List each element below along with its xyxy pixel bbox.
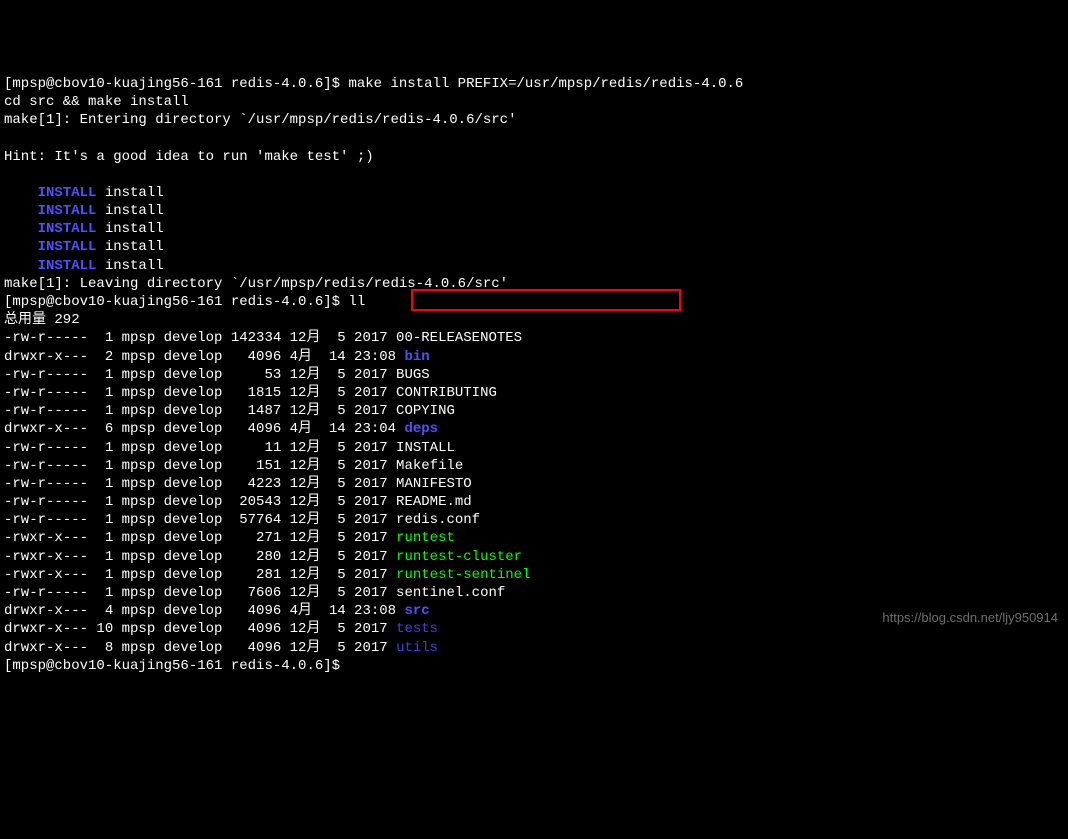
terminal-text-segment: -rwxr-x--- 1 mpsp develop 281 12月 5 2017	[4, 567, 396, 583]
terminal-text-segment: runtest-sentinel	[396, 567, 530, 583]
terminal-line: -rw-r----- 1 mpsp develop 20543 12月 5 20…	[4, 493, 1068, 511]
terminal-text-segment: [mpsp@cbov10-kuajing56-161 redis-4.0.6]$	[4, 658, 340, 674]
terminal-text-segment: drwxr-x--- 4 mpsp develop 4096 4月 14 23:…	[4, 603, 404, 619]
terminal-text-segment: deps	[404, 421, 438, 437]
terminal-text-segment: -rwxr-x--- 1 mpsp develop 271 12月 5 2017	[4, 530, 396, 546]
terminal-line: Hint: It's a good idea to run 'make test…	[4, 148, 1068, 166]
terminal-text-segment	[4, 167, 12, 183]
terminal-text-segment: install	[96, 221, 163, 237]
terminal-text-segment: -rw-r----- 1 mpsp develop 57764 12月 5 20…	[4, 512, 480, 528]
terminal-text-segment	[4, 239, 38, 255]
terminal-text-segment: -rw-r----- 1 mpsp develop 53 12月 5 2017 …	[4, 367, 430, 383]
terminal-text-segment: INSTALL	[38, 203, 97, 219]
terminal-text-segment: INSTALL	[38, 185, 97, 201]
terminal-line: -rw-r----- 1 mpsp develop 151 12月 5 2017…	[4, 457, 1068, 475]
terminal-line: make[1]: Leaving directory `/usr/mpsp/re…	[4, 275, 1068, 293]
terminal-line: -rw-r----- 1 mpsp develop 57764 12月 5 20…	[4, 511, 1068, 529]
terminal-line: -rw-r----- 1 mpsp develop 142334 12月 5 2…	[4, 329, 1068, 347]
terminal-text-segment: drwxr-x--- 10 mpsp develop 4096 12月 5 20…	[4, 621, 396, 637]
terminal-text-segment: install	[96, 239, 163, 255]
terminal-text-segment: src	[404, 603, 429, 619]
terminal-line: drwxr-x--- 8 mpsp develop 4096 12月 5 201…	[4, 639, 1068, 657]
terminal-line: -rw-r----- 1 mpsp develop 1487 12月 5 201…	[4, 402, 1068, 420]
terminal-text-segment: install	[96, 203, 163, 219]
terminal-text-segment: -rw-r----- 1 mpsp develop 151 12月 5 2017…	[4, 458, 463, 474]
terminal-line: 总用量 292	[4, 311, 1068, 329]
terminal-line: drwxr-x--- 2 mpsp develop 4096 4月 14 23:…	[4, 348, 1068, 366]
terminal-line: [mpsp@cbov10-kuajing56-161 redis-4.0.6]$…	[4, 75, 1068, 93]
terminal-text-segment	[4, 258, 38, 274]
terminal-text-segment: cd src && make install	[4, 94, 189, 110]
terminal-line: drwxr-x--- 6 mpsp develop 4096 4月 14 23:…	[4, 420, 1068, 438]
terminal-text-segment	[4, 203, 38, 219]
terminal-line: INSTALL install	[4, 257, 1068, 275]
terminal-text-segment: runtest	[396, 530, 455, 546]
terminal-line: -rwxr-x--- 1 mpsp develop 281 12月 5 2017…	[4, 566, 1068, 584]
terminal-line	[4, 166, 1068, 184]
terminal-text-segment: make[1]: Leaving directory `/usr/mpsp/re…	[4, 276, 508, 292]
terminal-text-segment: install	[96, 258, 163, 274]
terminal-line: -rw-r----- 1 mpsp develop 11 12月 5 2017 …	[4, 439, 1068, 457]
terminal-text-segment: Hint: It's a good idea to run 'make test…	[4, 149, 374, 165]
terminal-line: INSTALL install	[4, 184, 1068, 202]
terminal-text-segment: runtest-cluster	[396, 549, 522, 565]
terminal-text-segment: [mpsp@cbov10-kuajing56-161 redis-4.0.6]$…	[4, 294, 365, 310]
terminal-text-segment: -rw-r----- 1 mpsp develop 1815 12月 5 201…	[4, 385, 497, 401]
terminal-text-segment: INSTALL	[38, 239, 97, 255]
terminal-line: INSTALL install	[4, 238, 1068, 256]
terminal-line	[4, 129, 1068, 147]
terminal-text-segment: make[1]: Entering directory `/usr/mpsp/r…	[4, 112, 516, 128]
terminal-line: -rw-r----- 1 mpsp develop 7606 12月 5 201…	[4, 584, 1068, 602]
terminal-text-segment: -rw-r----- 1 mpsp develop 7606 12月 5 201…	[4, 585, 505, 601]
terminal-line: [mpsp@cbov10-kuajing56-161 redis-4.0.6]$…	[4, 293, 1068, 311]
terminal-text-segment: utils	[396, 640, 438, 656]
terminal-text-segment: INSTALL	[38, 258, 97, 274]
terminal-line: -rw-r----- 1 mpsp develop 1815 12月 5 201…	[4, 384, 1068, 402]
terminal-text-segment: drwxr-x--- 8 mpsp develop 4096 12月 5 201…	[4, 640, 396, 656]
terminal-line: -rw-r----- 1 mpsp develop 4223 12月 5 201…	[4, 475, 1068, 493]
terminal-text-segment: [mpsp@cbov10-kuajing56-161 redis-4.0.6]$…	[4, 76, 743, 92]
terminal-text-segment	[4, 185, 38, 201]
terminal-line: -rwxr-x--- 1 mpsp develop 280 12月 5 2017…	[4, 548, 1068, 566]
terminal-output[interactable]: [mpsp@cbov10-kuajing56-161 redis-4.0.6]$…	[4, 75, 1068, 675]
terminal-text-segment: -rw-r----- 1 mpsp develop 142334 12月 5 2…	[4, 330, 522, 346]
terminal-line: make[1]: Entering directory `/usr/mpsp/r…	[4, 111, 1068, 129]
terminal-text-segment	[4, 130, 12, 146]
terminal-text-segment: bin	[404, 349, 429, 365]
terminal-text-segment: -rw-r----- 1 mpsp develop 1487 12月 5 201…	[4, 403, 455, 419]
terminal-text-segment: 总用量 292	[4, 312, 80, 328]
terminal-line: -rwxr-x--- 1 mpsp develop 271 12月 5 2017…	[4, 529, 1068, 547]
terminal-line: INSTALL install	[4, 202, 1068, 220]
terminal-text-segment: tests	[396, 621, 438, 637]
terminal-text-segment: -rwxr-x--- 1 mpsp develop 280 12月 5 2017	[4, 549, 396, 565]
terminal-text-segment: drwxr-x--- 6 mpsp develop 4096 4月 14 23:…	[4, 421, 404, 437]
terminal-text-segment: -rw-r----- 1 mpsp develop 20543 12月 5 20…	[4, 494, 472, 510]
terminal-line: INSTALL install	[4, 220, 1068, 238]
terminal-text-segment: -rw-r----- 1 mpsp develop 11 12月 5 2017 …	[4, 440, 455, 456]
terminal-text-segment: -rw-r----- 1 mpsp develop 4223 12月 5 201…	[4, 476, 472, 492]
terminal-text-segment	[4, 221, 38, 237]
terminal-text-segment: drwxr-x--- 2 mpsp develop 4096 4月 14 23:…	[4, 349, 404, 365]
terminal-line: -rw-r----- 1 mpsp develop 53 12月 5 2017 …	[4, 366, 1068, 384]
terminal-line: cd src && make install	[4, 93, 1068, 111]
terminal-text-segment: install	[96, 185, 163, 201]
watermark-text: https://blog.csdn.net/ljy950914	[882, 610, 1058, 627]
terminal-text-segment: INSTALL	[38, 221, 97, 237]
terminal-line: [mpsp@cbov10-kuajing56-161 redis-4.0.6]$	[4, 657, 1068, 675]
